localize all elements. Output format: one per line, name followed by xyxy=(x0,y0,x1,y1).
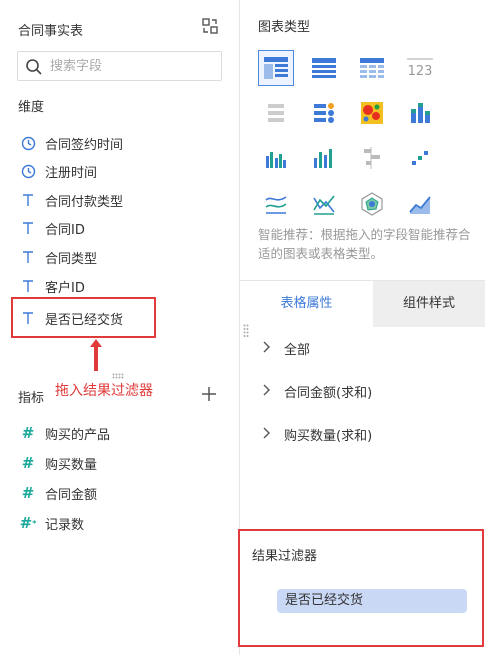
grouped-table-icon[interactable] xyxy=(258,50,294,86)
field-label: 购买数量 xyxy=(45,457,98,473)
switch-dataset-icon[interactable] xyxy=(201,17,219,35)
metrics-title: 指标 xyxy=(18,391,45,406)
bar-chart-icon[interactable] xyxy=(306,140,342,176)
heatmap-icon[interactable] xyxy=(354,95,390,131)
tab-component-style[interactable]: 组件样式 xyxy=(373,281,485,327)
dimension-field[interactable]: 合同签约时间 xyxy=(20,132,123,154)
kpi-number-icon[interactable]: 123 xyxy=(402,50,438,86)
drag-handle-icon[interactable] xyxy=(112,373,126,379)
search-icon xyxy=(26,59,42,75)
field-label: 购买的产品 xyxy=(45,427,111,443)
field-label: 合同类型 xyxy=(45,251,98,267)
text-type-icon xyxy=(20,278,36,294)
hash-star-icon: # * xyxy=(19,514,37,532)
result-filter-box: 结果过滤器 是否已经交货 xyxy=(238,529,484,647)
detail-table-icon[interactable] xyxy=(306,50,342,86)
tab-table-properties[interactable]: 表格属性 xyxy=(240,281,373,327)
hash-icon: # xyxy=(21,424,35,442)
metric-field[interactable]: # 购买数量 xyxy=(20,452,97,474)
clock-icon xyxy=(20,135,36,151)
field-label: 合同ID xyxy=(45,222,85,238)
tree-item-contract-amount[interactable]: 合同金额(求和) xyxy=(262,381,372,401)
tree-item-all[interactable]: 全部 xyxy=(262,338,310,358)
field-label: 合同签约时间 xyxy=(45,137,124,153)
property-tabs: 表格属性 组件样式 xyxy=(240,280,485,327)
hash-icon: # xyxy=(21,484,35,502)
result-filter-title: 结果过滤器 xyxy=(252,549,318,564)
dimension-field[interactable]: 注册时间 xyxy=(20,160,97,182)
dataset-title: 合同事实表 xyxy=(18,24,84,39)
chevron-right-icon xyxy=(262,427,274,442)
result-filter-chip[interactable]: 是否已经交货 xyxy=(277,589,467,613)
add-metric-icon[interactable] xyxy=(200,385,218,403)
multi-line-icon[interactable] xyxy=(306,186,342,222)
tree-item-purchase-quantity[interactable]: 购买数量(求和) xyxy=(262,424,372,444)
radar-chart-icon[interactable] xyxy=(354,186,390,222)
hash-icon: # xyxy=(21,454,35,472)
field-label: 合同付款类型 xyxy=(45,194,124,210)
scatter-icon[interactable] xyxy=(402,140,438,176)
dimension-field[interactable]: 合同类型 xyxy=(20,246,97,268)
field-label: 注册时间 xyxy=(45,165,98,181)
resize-handle-icon[interactable] xyxy=(243,324,249,338)
cross-table-icon[interactable] xyxy=(354,50,390,86)
dimension-field[interactable]: 合同ID xyxy=(20,217,85,239)
chevron-right-icon xyxy=(262,341,274,356)
tree-item-label: 购买数量(求和) xyxy=(284,428,373,444)
field-label: 记录数 xyxy=(45,517,85,533)
dimension-field[interactable]: 客户ID xyxy=(20,275,85,297)
text-type-icon xyxy=(20,220,36,236)
search-input[interactable] xyxy=(50,56,210,76)
tree-item-label: 全部 xyxy=(284,342,311,358)
list-icon[interactable] xyxy=(258,95,294,131)
tree-item-label: 合同金额(求和) xyxy=(284,385,373,401)
text-type-icon xyxy=(20,192,36,208)
clock-icon xyxy=(20,163,36,179)
line-chart-icon[interactable] xyxy=(258,186,294,222)
dot-table-icon[interactable] xyxy=(306,95,342,131)
text-type-icon xyxy=(20,249,36,265)
metric-field[interactable]: # 合同金额 xyxy=(20,482,97,504)
highlight-box xyxy=(11,297,156,338)
field-label: 客户ID xyxy=(45,280,85,296)
area-chart-icon[interactable] xyxy=(402,186,438,222)
search-box[interactable] xyxy=(17,51,222,81)
metric-field[interactable]: # 购买的产品 xyxy=(20,422,110,444)
recommend-text: 智能推荐：根据拖入的字段智能推荐合适的图表或表格类型。 xyxy=(258,227,471,261)
kpi-number-label: 123 xyxy=(408,64,433,79)
drag-hint-annotation: 拖入结果过滤器 xyxy=(55,383,153,399)
field-label: 合同金额 xyxy=(45,487,98,503)
chevron-right-icon xyxy=(262,384,274,399)
field-panel: 合同事实表 维度 合同签约时间 注册时间 合同付款类型 xyxy=(0,0,240,655)
column-chart-icon[interactable] xyxy=(258,140,294,176)
stacked-bar-icon[interactable] xyxy=(402,95,438,131)
chart-type-title: 图表类型 xyxy=(258,20,311,35)
arrow-up-icon xyxy=(90,339,102,371)
dimension-field[interactable]: 合同付款类型 xyxy=(20,189,123,211)
metric-field[interactable]: # * 记录数 xyxy=(20,512,84,534)
dimensions-title: 维度 xyxy=(18,100,45,115)
horizontal-bar-icon[interactable] xyxy=(354,140,390,176)
